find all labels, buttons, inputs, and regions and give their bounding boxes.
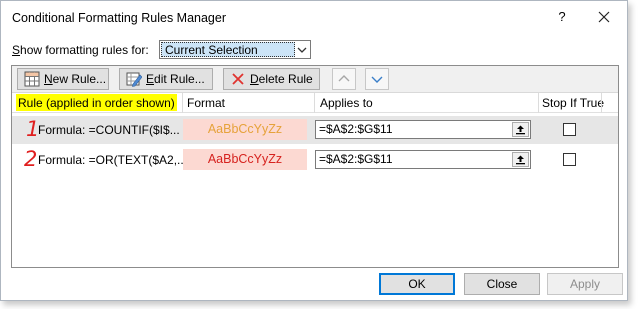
column-divider — [182, 93, 183, 113]
new-rule-button[interactable]: New Rule... — [17, 68, 109, 90]
close-window-button[interactable] — [589, 5, 619, 29]
column-divider — [601, 93, 602, 113]
rules-panel: New Rule... Edit Rule... Delete Rule Rul… — [11, 65, 619, 268]
dialog-title: Conditional Formatting Rules Manager — [12, 11, 226, 25]
stop-if-true-checkbox[interactable] — [563, 153, 576, 166]
selected-scope: Current Selection — [161, 42, 295, 57]
collapse-dialog-button[interactable] — [512, 122, 529, 137]
move-up-button[interactable] — [332, 68, 356, 90]
column-stop-if-true: Stop If True — [542, 96, 605, 110]
applies-to-value: =$A$2:$G$11 — [319, 152, 393, 166]
help-button[interactable]: ? — [549, 5, 575, 29]
apply-button[interactable]: Apply — [547, 273, 623, 295]
close-button[interactable]: Close — [464, 273, 540, 295]
column-divider — [538, 93, 539, 113]
show-rules-for-select[interactable]: Current Selection — [159, 40, 311, 59]
collapse-range-icon — [516, 155, 525, 165]
close-icon — [598, 11, 610, 23]
column-divider — [314, 93, 315, 113]
rule-formula: Formula: =COUNTIF($I$... — [38, 123, 180, 137]
delete-icon — [232, 73, 244, 85]
rules-toolbar: New Rule... Edit Rule... Delete Rule — [12, 66, 618, 93]
column-applies-to: Applies to — [320, 96, 373, 110]
format-preview: AaBbCcYyZz — [183, 149, 307, 170]
edit-rule-button[interactable]: Edit Rule... — [119, 68, 213, 90]
applies-to-field[interactable]: =$A$2:$G$11 — [315, 120, 531, 139]
chevron-down-icon[interactable] — [294, 41, 310, 58]
rule-formula: Formula: =OR(TEXT($A2,... — [38, 153, 188, 167]
collapse-range-icon — [516, 125, 525, 135]
rules-table-header: Rule (applied in order shown) Format App… — [12, 93, 618, 113]
collapse-dialog-button[interactable] — [512, 152, 529, 167]
column-rule: Rule (applied in order shown) — [16, 94, 177, 111]
title-bar: Conditional Formatting Rules Manager ? — [1, 1, 627, 35]
show-rules-label: Show formatting rules for: — [12, 43, 149, 57]
rule-row[interactable]: 1 Formula: =COUNTIF($I$... AaBbCcYyZz =$… — [12, 116, 618, 144]
move-down-button[interactable] — [365, 68, 389, 90]
rule-row[interactable]: 2 Formula: =OR(TEXT($A2,... AaBbCcYyZz =… — [12, 146, 618, 174]
edit-rule-icon — [126, 72, 142, 87]
rule-annotation: 2 — [24, 147, 38, 171]
conditional-formatting-dialog: Conditional Formatting Rules Manager ? S… — [0, 0, 628, 301]
applies-to-value: =$A$2:$G$11 — [319, 122, 393, 136]
chevron-up-icon — [338, 75, 350, 82]
delete-rule-button[interactable]: Delete Rule — [223, 68, 320, 90]
applies-to-field[interactable]: =$A$2:$G$11 — [315, 150, 531, 169]
ok-button[interactable]: OK — [379, 273, 455, 295]
stop-if-true-checkbox[interactable] — [563, 123, 576, 136]
column-format: Format — [187, 96, 226, 110]
chevron-down-icon — [371, 76, 383, 83]
format-preview: AaBbCcYyZz — [183, 119, 307, 140]
new-rule-icon — [24, 71, 40, 87]
